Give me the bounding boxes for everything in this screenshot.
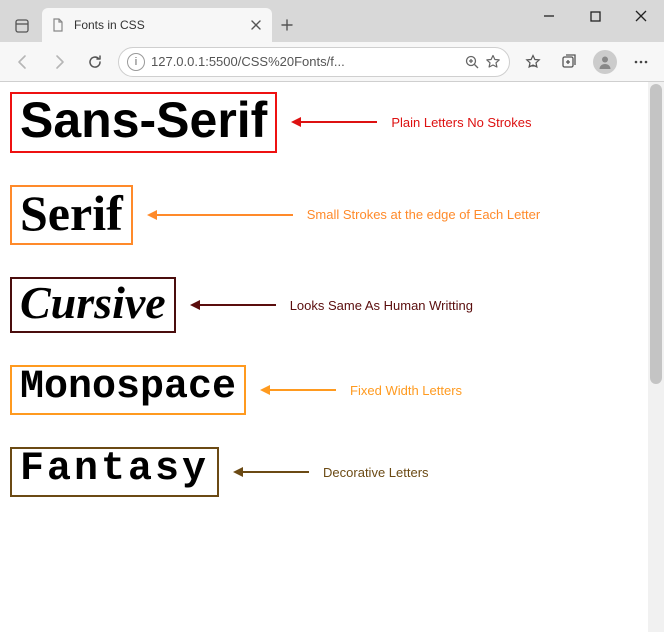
- browser-toolbar: i 127.0.0.1:5500/CSS%20Fonts/f...: [0, 42, 664, 82]
- browser-tab[interactable]: Fonts in CSS: [42, 8, 272, 42]
- page-content: Sans-Serif Plain Letters No Strokes Seri…: [0, 82, 664, 515]
- window-controls: [526, 0, 664, 42]
- font-row-serif: Serif Small Strokes at the edge of Each …: [10, 185, 646, 246]
- font-desc-serif: Small Strokes at the edge of Each Letter: [307, 207, 540, 222]
- reload-icon: [87, 54, 103, 70]
- font-row-sans: Sans-Serif Plain Letters No Strokes: [10, 92, 646, 153]
- tab-actions-button[interactable]: [6, 10, 38, 42]
- arrow-left-icon: [15, 54, 31, 70]
- window-minimize-button[interactable]: [526, 0, 572, 32]
- window-maximize-button[interactable]: [572, 0, 618, 32]
- font-row-fantasy: Fantasy Decorative Letters: [10, 447, 646, 497]
- star-icon: [485, 54, 501, 70]
- avatar-icon: [593, 50, 617, 74]
- new-tab-button[interactable]: [272, 8, 302, 42]
- tab-title: Fonts in CSS: [74, 18, 240, 32]
- font-sample-fantasy: Fantasy: [10, 447, 219, 497]
- zoom-icon: [465, 55, 479, 69]
- favorites-button[interactable]: [516, 46, 550, 78]
- font-sample-cursive: Cursive: [10, 277, 176, 333]
- font-row-mono: Monospace Fixed Width Letters: [10, 365, 646, 415]
- tab-close-button[interactable]: [248, 17, 264, 33]
- minimize-icon: [543, 10, 555, 22]
- file-icon: [50, 17, 66, 33]
- maximize-icon: [590, 11, 601, 22]
- font-sample-serif: Serif: [10, 185, 133, 246]
- profile-button[interactable]: [588, 46, 622, 78]
- arrow-icon: [258, 381, 338, 399]
- font-desc-fantasy: Decorative Letters: [323, 465, 429, 480]
- favorite-button[interactable]: [485, 54, 501, 70]
- font-sample-sans: Sans-Serif: [10, 92, 277, 153]
- collections-icon: [561, 54, 577, 70]
- scrollbar-thumb[interactable]: [650, 84, 662, 384]
- reload-button[interactable]: [78, 46, 112, 78]
- zoom-button[interactable]: [465, 55, 479, 69]
- site-info-icon[interactable]: i: [127, 53, 145, 71]
- url-text: 127.0.0.1:5500/CSS%20Fonts/f...: [151, 54, 459, 69]
- page-viewport: Sans-Serif Plain Letters No Strokes Seri…: [0, 82, 664, 632]
- vertical-scrollbar[interactable]: [648, 82, 664, 632]
- tab-strip: Fonts in CSS: [0, 0, 302, 42]
- font-row-cursive: Cursive Looks Same As Human Writting: [10, 277, 646, 333]
- arrow-right-icon: [51, 54, 67, 70]
- font-desc-mono: Fixed Width Letters: [350, 383, 462, 398]
- arrow-icon: [145, 206, 295, 224]
- font-desc-cursive: Looks Same As Human Writting: [290, 298, 473, 313]
- toolbar-right: [516, 46, 658, 78]
- collections-button[interactable]: [552, 46, 586, 78]
- plus-icon: [281, 19, 293, 31]
- font-desc-sans: Plain Letters No Strokes: [391, 115, 531, 130]
- close-icon: [251, 20, 261, 30]
- tab-grid-icon: [15, 19, 29, 33]
- star-half-icon: [525, 54, 541, 70]
- arrow-icon: [289, 113, 379, 131]
- menu-button[interactable]: [624, 46, 658, 78]
- font-sample-mono: Monospace: [10, 365, 246, 415]
- window-close-button[interactable]: [618, 0, 664, 32]
- arrow-icon: [231, 463, 311, 481]
- close-icon: [635, 10, 647, 22]
- window-titlebar: Fonts in CSS: [0, 0, 664, 42]
- dots-icon: [633, 54, 649, 70]
- address-bar[interactable]: i 127.0.0.1:5500/CSS%20Fonts/f...: [118, 47, 510, 77]
- forward-button[interactable]: [42, 46, 76, 78]
- arrow-icon: [188, 296, 278, 314]
- back-button[interactable]: [6, 46, 40, 78]
